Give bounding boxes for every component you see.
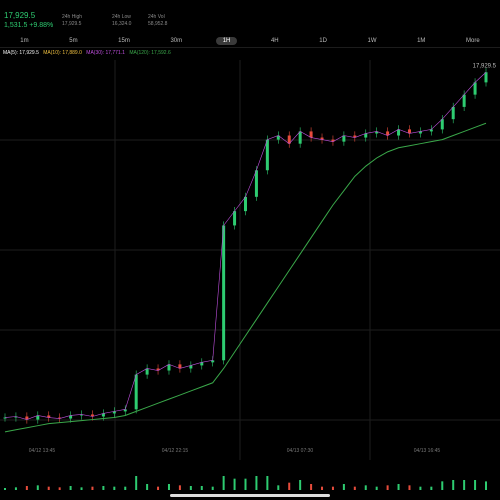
home-indicator [170,494,330,497]
volume-bar [157,486,160,490]
volume-bar [364,485,367,490]
volume-bar [200,486,203,490]
last-price-axis-label: 17,929.5 [473,63,497,69]
volume-bar [244,478,247,490]
volume-bar [353,486,356,490]
volume-bar [321,486,324,490]
candle-body [233,211,237,226]
volume-bar [463,480,466,490]
volume-bar [310,484,313,490]
x-tick-label: 04/13 07:30 [287,448,314,454]
x-tick-label: 04/12 13:45 [29,448,56,454]
candle-body [473,82,477,95]
candle-body [134,374,138,410]
volume-bar [189,486,192,490]
volume-bar [91,486,94,490]
candle-body [298,131,302,144]
volume-bar [419,486,422,490]
volume-bar [47,486,50,490]
volume-bar [4,488,6,490]
price-chart[interactable]: 17,929.5 04/12 13:45 04/12 22:15 04/13 07:3… [0,0,500,500]
volume-bar [441,481,444,490]
volume-bar [375,486,378,490]
volume-bar [25,486,28,490]
volume-bar [233,478,236,490]
volume-bar [485,481,487,490]
x-tick-label: 04/13 16:45 [414,448,441,454]
volume-bar [222,476,225,490]
volume-bar [58,487,61,490]
volume-bar [178,485,181,490]
candle-body [484,72,488,83]
ma30-line [4,72,487,420]
candle-body [244,196,247,212]
volume-bar [124,486,127,490]
x-tick-label: 04/12 22:15 [162,448,189,454]
volume-bar [266,476,269,490]
candle-body [222,225,226,361]
volume-bar [102,486,105,490]
volume-bar [331,486,334,490]
candle-body [254,170,258,197]
volume-bar [408,485,411,490]
volume-bar [167,484,170,490]
volume-bar [146,484,149,490]
volume-bar [288,482,291,490]
volume-bar [299,480,302,490]
volume-bar [474,480,477,490]
volume-bar [430,486,433,490]
volume-bar [69,486,72,490]
volume-bar [397,484,400,490]
volume-bar [14,487,17,490]
volume-bar [452,480,455,490]
volume-bar [277,485,280,490]
volume-bar [386,485,389,490]
volume-bar [211,486,214,490]
volume-bar [135,476,138,490]
volume-bar [255,476,258,490]
candle-body [440,119,444,130]
volume-bar [80,487,83,490]
candle-body [451,106,455,120]
volume-bar [113,486,116,490]
volume-bar [36,485,39,490]
volume-bar [342,484,345,490]
candle-body [462,94,466,107]
ma120-line [4,122,487,433]
candle-body [265,139,269,171]
